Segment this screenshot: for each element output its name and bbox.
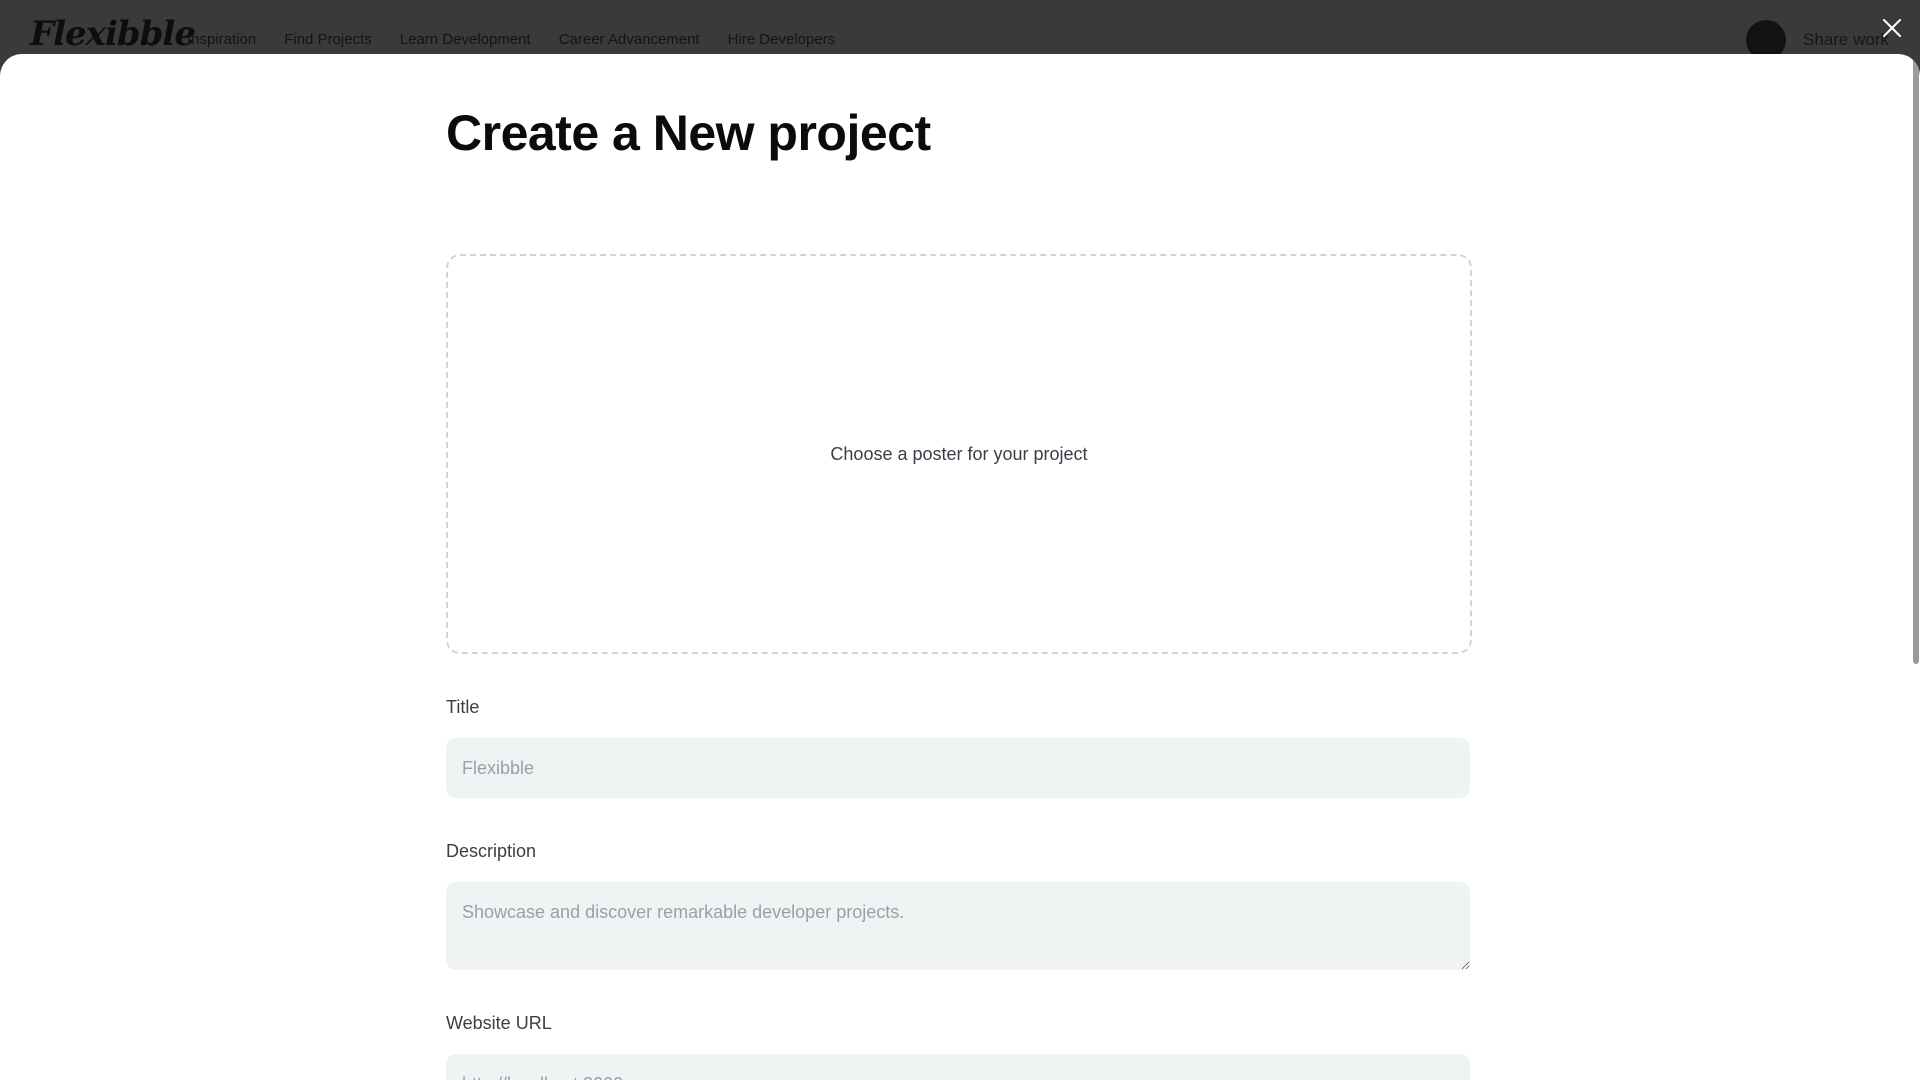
nav-link-find-projects[interactable]: Find Projects	[284, 31, 372, 48]
nav-link-learn-development[interactable]: Learn Development	[400, 31, 531, 48]
nav-links: Inspiration Find Projects Learn Developm…	[187, 31, 835, 48]
nav-link-hire-developers[interactable]: Hire Developers	[728, 31, 836, 48]
share-work-link[interactable]: Share work	[1803, 30, 1889, 50]
page-title: Create a New project	[446, 105, 931, 161]
title-label: Title	[446, 697, 480, 717]
website-url-input[interactable]	[446, 1054, 1470, 1080]
scrollbar[interactable]	[1913, 54, 1919, 664]
poster-prompt: Choose a poster for your project	[830, 443, 1088, 464]
website-url-label: Website URL	[446, 1013, 552, 1033]
close-icon	[1883, 19, 1901, 37]
nav-link-career-advancement[interactable]: Career Advancement	[559, 31, 700, 48]
create-project-modal: Create a New project Choose a poster for…	[0, 54, 1920, 1080]
logo[interactable]: Flexibble	[30, 14, 196, 54]
title-input[interactable]	[446, 738, 1470, 798]
description-textarea[interactable]	[446, 882, 1470, 970]
close-button[interactable]	[1880, 16, 1904, 40]
description-label: Description	[446, 841, 537, 861]
poster-upload-dropzone[interactable]: Choose a poster for your project	[446, 254, 1472, 654]
nav-link-inspiration[interactable]: Inspiration	[187, 31, 256, 48]
